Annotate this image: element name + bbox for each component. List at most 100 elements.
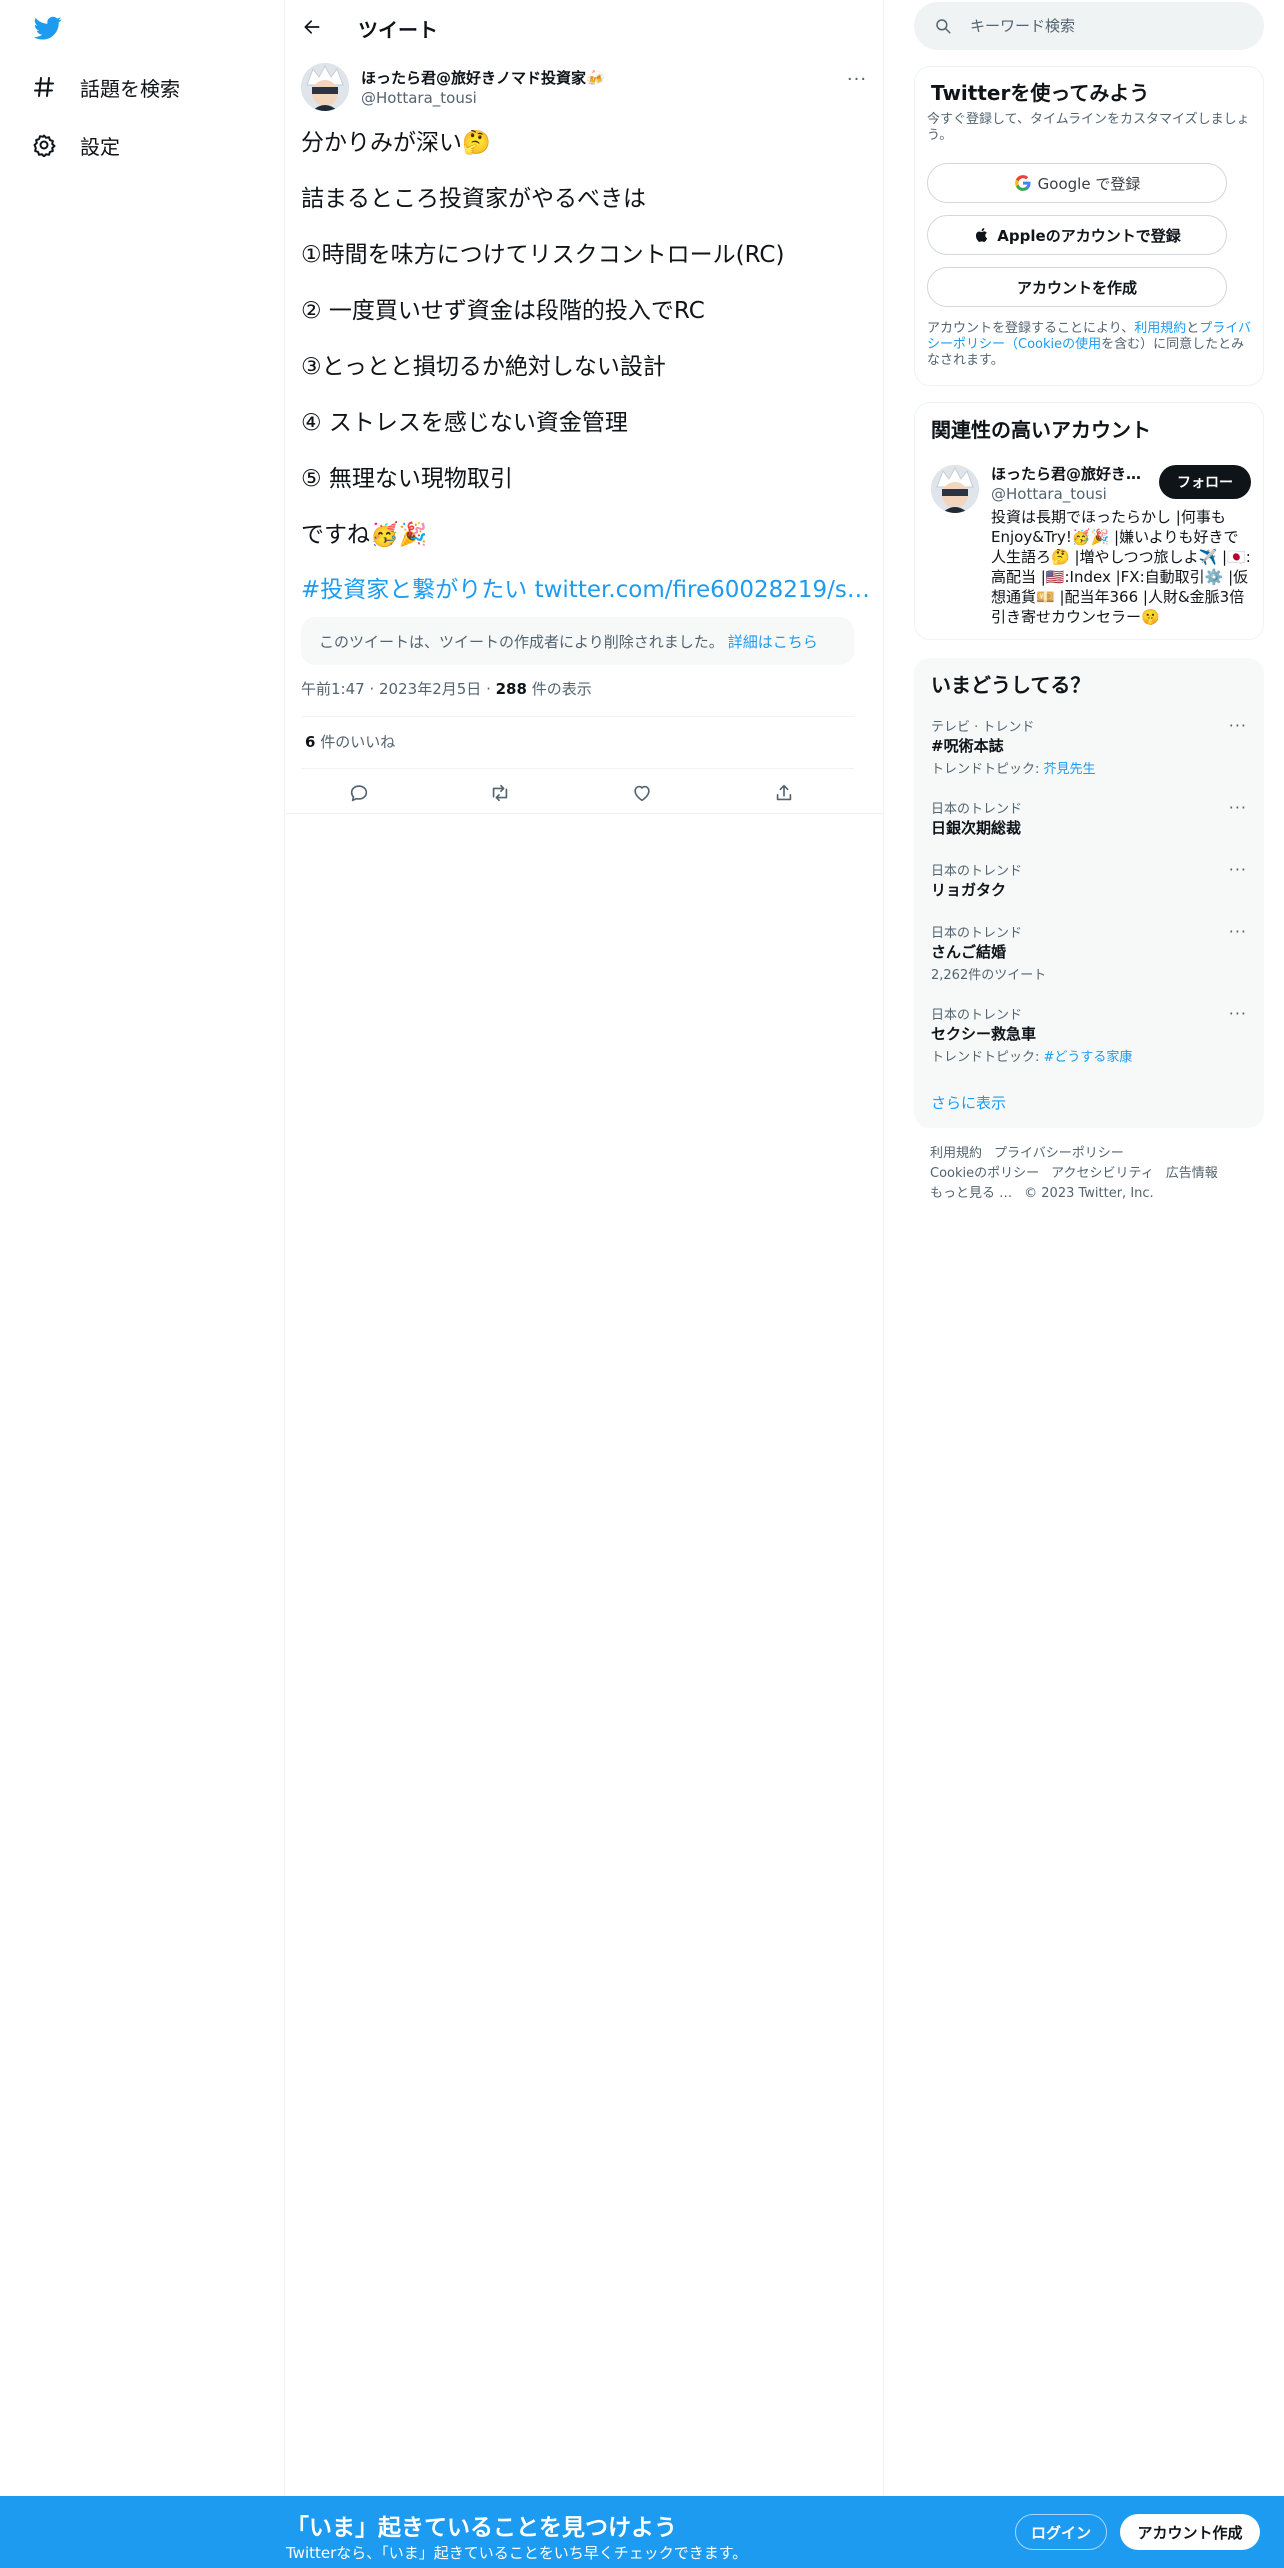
apple-icon (976, 227, 988, 242)
tweet-text-line: ② 一度買いせず資金は段階的投入でRC (301, 298, 705, 324)
trend-item[interactable]: テレビ · トレンド #呪術本誌 トレンドトピック: 芥見先生 ··· (915, 716, 1263, 796)
trend-name: リョガタク (931, 881, 1007, 899)
related-account-bio: 投資は長期でほったらかし |何事もEnjoy&Try!🥳🎉 |嫌いよりも好きで人… (991, 508, 1251, 626)
deleted-quote-notice: このツイートは、ツイートの作成者により削除されました。 詳細はこちら (301, 617, 854, 665)
tweet-time[interactable]: 午前1:47 (301, 680, 365, 698)
sidebar-item-settings[interactable]: 設定 (30, 123, 120, 167)
avatar[interactable] (301, 63, 349, 111)
search-input[interactable] (970, 2, 1250, 50)
google-signup-button[interactable]: Google で登録 (927, 163, 1227, 203)
author-name[interactable]: ほったら君@旅好きノマド投資家🍻 (361, 67, 605, 88)
tweet-detail-column: ツイート ほったら君@旅好きノマド投資家🍻 @Hottara_tousi ···… (286, 0, 884, 2496)
tweet-text-line: ④ ストレスを感じない資金管理 (301, 410, 628, 436)
tweet-author: ほったら君@旅好きノマド投資家🍻 @Hottara_tousi ··· (301, 63, 869, 113)
footer-privacy-link[interactable]: プライバシーポリシー (994, 1146, 1124, 1161)
banner-title: 「いま」起きていることを見つけよう (286, 2515, 677, 2541)
more-icon[interactable]: ··· (1229, 860, 1247, 879)
tweet-date[interactable]: 2023年2月5日 (379, 680, 481, 698)
trend-item[interactable]: 日本のトレンド さんご結婚 2,262件のツイート ··· (915, 922, 1263, 1002)
more-icon[interactable]: ··· (1229, 798, 1247, 817)
footer-terms-link[interactable]: 利用規約 (930, 1146, 982, 1161)
follow-button[interactable]: フォロー (1159, 465, 1251, 499)
show-more-link[interactable]: さらに表示 (931, 1092, 1006, 1113)
signup-button[interactable]: アカウント作成 (1120, 2514, 1260, 2550)
avatar[interactable] (931, 465, 979, 513)
share-button[interactable] (768, 777, 800, 809)
signup-subtitle: 今すぐ登録して、タイムラインをカスタマイズしましょう。 (927, 112, 1250, 143)
author-handle[interactable]: @Hottara_tousi (361, 89, 477, 107)
footer-cookie-link[interactable]: Cookieのポリシー (930, 1166, 1039, 1181)
related-title: 関連性の高いアカウント (931, 418, 1151, 442)
footer-links: 利用規約 プライバシーポリシー Cookieのポリシー アクセシビリティ 広告情報 も… (930, 1144, 1260, 1204)
trend-category: テレビ · トレンド (931, 720, 1035, 735)
reply-icon (350, 785, 368, 802)
divider (286, 813, 884, 814)
hashtag-icon (30, 73, 58, 101)
trend-sub: トレンドトピック: #どうする家康 (931, 1046, 1132, 1065)
views-label: 件の表示 (531, 680, 592, 698)
like-button[interactable] (626, 777, 658, 809)
trends-card: いまどうしてる？ テレビ · トレンド #呪術本誌 トレンドトピック: 芥見先生… (914, 658, 1264, 1128)
likes-count: 6 (305, 733, 316, 751)
reply-button[interactable] (343, 777, 375, 809)
retweet-button[interactable] (484, 777, 516, 809)
tweet-text-line: ③とっとと損切るか絶対しない設計 (301, 354, 666, 380)
footer-ads-link[interactable]: 広告情報 (1166, 1166, 1218, 1181)
more-icon[interactable]: ··· (845, 67, 869, 91)
page-title: ツイート (358, 18, 438, 42)
footer-accessibility-link[interactable]: アクセシビリティ (1051, 1166, 1154, 1181)
trend-category: 日本のトレンド (931, 802, 1023, 817)
apple-signup-button[interactable]: Appleのアカウントで登録 (927, 215, 1227, 255)
signup-banner: 「いま」起きていることを見つけよう Twitterなら、「いま」起きていることを… (0, 2496, 1284, 2568)
signup-title: Twitterを使ってみよう (931, 81, 1150, 105)
related-account-handle[interactable]: @Hottara_tousi (991, 485, 1107, 503)
tweet-text-line: 詰まるところ投資家がやるべきは (301, 186, 646, 212)
trend-sub-text: トレンドトピック: (931, 762, 1044, 777)
trend-category: 日本のトレンド (931, 864, 1023, 879)
terms-link[interactable]: 利用規約 (1134, 321, 1186, 336)
trend-sub-text: トレンドトピック: (931, 1050, 1044, 1065)
heart-icon (634, 785, 650, 802)
share-icon (776, 784, 792, 801)
learn-more-link[interactable]: 詳細はこちら (728, 631, 818, 652)
create-account-label: アカウントを作成 (1016, 278, 1137, 297)
related-account-name[interactable]: ほったら君@旅好き… (991, 463, 1141, 484)
more-icon[interactable]: ··· (1229, 716, 1247, 735)
divider (301, 716, 854, 717)
left-sidebar: 話題を検索 設定 (0, 0, 285, 2496)
create-account-button[interactable]: アカウントを作成 (927, 267, 1227, 307)
search-icon (936, 19, 951, 34)
back-button[interactable] (296, 11, 328, 43)
tweet-text-line: ①時間を味方につけてリスクコントロール(RC) (301, 242, 785, 268)
twitter-bird-icon[interactable] (31, 14, 65, 42)
tweet-text-line: ⑤ 無理ない現物取引 (301, 466, 513, 492)
signup-legal-text: アカウントを登録することにより、利用規約とプライバシーポリシー（Cookieの使… (927, 321, 1253, 369)
legal-text: アカウントを登録することにより、 (927, 321, 1135, 336)
main-header: ツイート (286, 0, 884, 54)
trend-category: 日本のトレンド (931, 926, 1023, 941)
trend-name: 日銀次期総裁 (931, 819, 1022, 837)
more-icon[interactable]: ··· (1229, 1004, 1247, 1023)
trend-sub: 2,262件のツイート (931, 968, 1047, 983)
related-accounts-card: 関連性の高いアカウント ほったら君@旅好き… @Hottara_tousi フォ… (914, 402, 1264, 640)
legal-text: と (1186, 321, 1200, 336)
views-count: 288 (495, 680, 527, 698)
more-icon[interactable]: ··· (1229, 922, 1247, 941)
search-box[interactable] (914, 2, 1264, 50)
likes-stat[interactable]: 6 件のいいね (305, 731, 395, 752)
sidebar-item-explore[interactable]: 話題を検索 (30, 65, 180, 109)
trend-name: セクシー救急車 (931, 1025, 1037, 1043)
tweet-text-line: 分かりみが深い🤔 (301, 130, 491, 156)
likes-label: 件のいいね (320, 733, 396, 751)
divider (301, 768, 854, 769)
trend-topic-link[interactable]: 芥見先生 (1044, 762, 1096, 777)
footer-more-link[interactable]: もっと見る … (930, 1186, 1012, 1201)
apple-signup-label: Appleのアカウントで登録 (997, 226, 1181, 245)
trend-topic-link[interactable]: #どうする家康 (1044, 1050, 1133, 1065)
tweet-text-line: ですね🥳🎉 (301, 522, 428, 548)
trend-sub: トレンドトピック: 芥見先生 (931, 758, 1096, 777)
banner-subtitle: Twitterなら、「いま」起きていることをいち早くチェックできます。 (286, 2544, 748, 2562)
trend-item[interactable]: 日本のトレンド セクシー救急車 トレンドトピック: #どうする家康 ··· (915, 1004, 1263, 1084)
tweet-hashtag-link[interactable]: #投資家と繋がりたい twitter.com/fire60028219/s… (301, 575, 870, 605)
login-button[interactable]: ログイン (1015, 2514, 1107, 2550)
